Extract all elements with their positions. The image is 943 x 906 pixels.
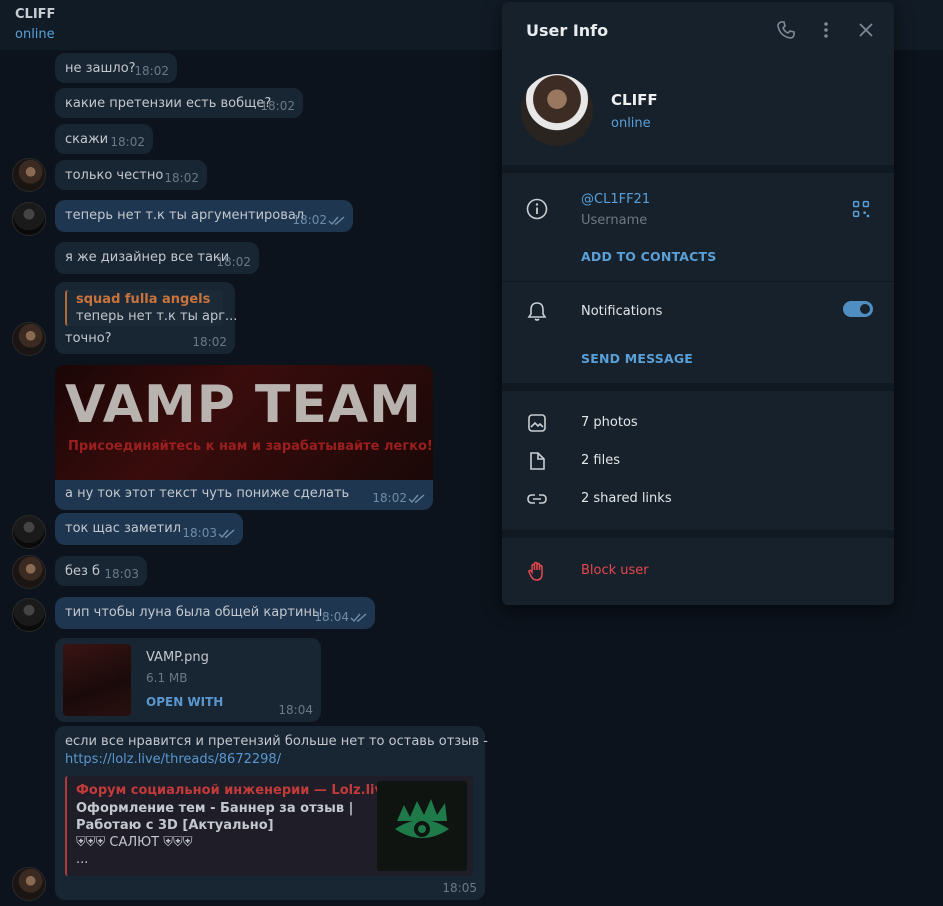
qr-code-icon[interactable] (852, 200, 870, 218)
message[interactable]: скажи 18:02 (55, 124, 153, 154)
profile-status: online (611, 116, 651, 131)
shared-photos-link[interactable]: 7 photos (581, 415, 638, 430)
message[interactable]: не зашло? 18:02 (55, 53, 177, 83)
message-text: если все нравится и претензий больше нет… (65, 734, 488, 749)
section-divider (502, 383, 894, 391)
reply-author: squad fulla angels (76, 292, 211, 307)
user-info-panel: User Info CLIFF online @CL1FF21 Username… (502, 2, 894, 605)
profile-name: CLIFF (611, 91, 658, 109)
read-checks-icon (408, 494, 425, 504)
message[interactable]: ток щас заметил 18:03 (55, 513, 243, 545)
file-message[interactable]: VAMP.png 6.1 MB OPEN WITH 18:04 (55, 638, 321, 722)
panel-title: User Info (526, 21, 609, 40)
read-checks-icon (328, 216, 345, 226)
avatar[interactable] (12, 202, 46, 236)
message-text: а ну ток этот текст чуть пониже сделать (65, 486, 350, 501)
preview-more: ... (76, 852, 89, 867)
profile-avatar[interactable] (521, 74, 593, 146)
section-divider (502, 165, 894, 173)
reply-text: теперь нет т.к ты арг... (76, 309, 238, 324)
shared-links-link[interactable]: 2 shared links (581, 491, 672, 506)
message-text: скажи (65, 132, 109, 147)
message-time: 18:04 (278, 703, 313, 717)
read-checks-icon (350, 613, 367, 623)
message-time: 18:02 (372, 491, 407, 505)
message-text: ток щас заметил (65, 521, 182, 536)
username-label: Username (581, 213, 648, 228)
message-text: точно? (65, 331, 112, 346)
message-text: тип чтобы луна была общей картины (65, 605, 323, 620)
photo-icon (528, 414, 546, 432)
banner-title: VAMP TEAM (65, 375, 422, 435)
block-user-button[interactable]: Block user (581, 563, 649, 578)
message-time: 18:02 (164, 171, 199, 185)
file-name: VAMP.png (146, 650, 209, 665)
message[interactable]: squad fulla angels теперь нет т.к ты арг… (55, 282, 237, 354)
avatar[interactable] (12, 158, 46, 192)
banner-image[interactable]: VAMP TEAM Присоединяйтесь к нам и зараба… (55, 365, 433, 480)
message-text: без б (65, 564, 101, 579)
message-time: 18:02 (192, 335, 227, 349)
message[interactable]: без б 18:03 (55, 556, 147, 586)
message-time: 18:02 (260, 99, 295, 113)
read-checks-icon (218, 529, 235, 539)
chat-status: online (15, 27, 55, 42)
info-icon (526, 198, 548, 220)
preview-site: Форум социальной инженерии — Lolz.live..… (76, 783, 407, 798)
message-time: 18:02 (216, 255, 251, 269)
reply-quote[interactable]: squad fulla angels теперь нет т.к ты арг… (65, 290, 237, 326)
message[interactable]: тип чтобы луна была общей картины 18:04 (55, 597, 375, 629)
message-text: не зашло? (65, 61, 136, 76)
preview-title: Оформление тем - Баннер за отзыв | Работ… (76, 801, 354, 833)
notifications-toggle[interactable] (843, 301, 873, 317)
preview-description: ⛨⛨⛨ САЛЮТ ⛨⛨⛨ (76, 835, 193, 850)
message[interactable]: я же дизайнер все таки 18:02 (55, 242, 259, 274)
avatar[interactable] (12, 598, 46, 632)
section-divider (502, 530, 894, 538)
add-to-contacts-button[interactable]: ADD TO CONTACTS (581, 249, 716, 264)
message-text: теперь нет т.к ты аргументировал (65, 208, 305, 223)
block-hand-icon (528, 561, 543, 581)
message[interactable]: какие претензии есть вобще? 18:02 (55, 88, 303, 118)
eye-logo-icon (395, 799, 449, 838)
message[interactable]: только честно 18:02 (55, 160, 207, 190)
message[interactable]: если все нравится и претензий больше нет… (55, 726, 488, 900)
username-value[interactable]: @CL1FF21 (581, 192, 650, 207)
send-message-button[interactable]: SEND MESSAGE (581, 351, 693, 366)
message-link[interactable]: https://lolz.live/threads/8672298/ (65, 752, 281, 768)
message-text: я же дизайнер все таки (65, 250, 230, 265)
preview-image (377, 781, 467, 871)
file-thumbnail[interactable] (63, 644, 131, 716)
avatar[interactable] (12, 555, 46, 589)
row-separator (502, 281, 894, 282)
file-size: 6.1 MB (146, 671, 188, 685)
close-icon[interactable] (856, 20, 876, 40)
avatar[interactable] (12, 322, 46, 356)
open-with-button[interactable]: OPEN WITH (146, 694, 223, 710)
banner-subtitle: Присоединяйтесь к нам и зарабатывайте ле… (68, 439, 433, 454)
message[interactable]: а ну ток этот текст чуть пониже сделать … (55, 480, 433, 510)
avatar[interactable] (12, 867, 46, 901)
phone-icon[interactable] (776, 20, 796, 40)
message-time: 18:04 (314, 610, 349, 624)
shared-files-link[interactable]: 2 files (581, 453, 620, 468)
bell-icon (527, 302, 547, 321)
message-time: 18:02 (110, 135, 145, 149)
file-icon (530, 452, 545, 470)
message-time: 18:03 (104, 567, 139, 581)
more-icon[interactable] (816, 20, 836, 40)
link-icon (527, 494, 547, 504)
link-preview[interactable]: Форум социальной инженерии — Lolz.live..… (65, 776, 473, 876)
message-time: 18:05 (442, 881, 477, 895)
message-time: 18:03 (182, 526, 217, 540)
chat-title[interactable]: CLIFF (15, 7, 55, 22)
message[interactable]: теперь нет т.к ты аргументировал 18:02 (55, 200, 353, 232)
toggle-knob (858, 302, 872, 316)
avatar[interactable] (12, 515, 46, 549)
message-text: только честно (65, 168, 164, 183)
notifications-label: Notifications (581, 304, 663, 319)
message-time: 18:02 (292, 213, 327, 227)
message-time: 18:02 (134, 64, 169, 78)
message-text: какие претензии есть вобще? (65, 96, 272, 111)
